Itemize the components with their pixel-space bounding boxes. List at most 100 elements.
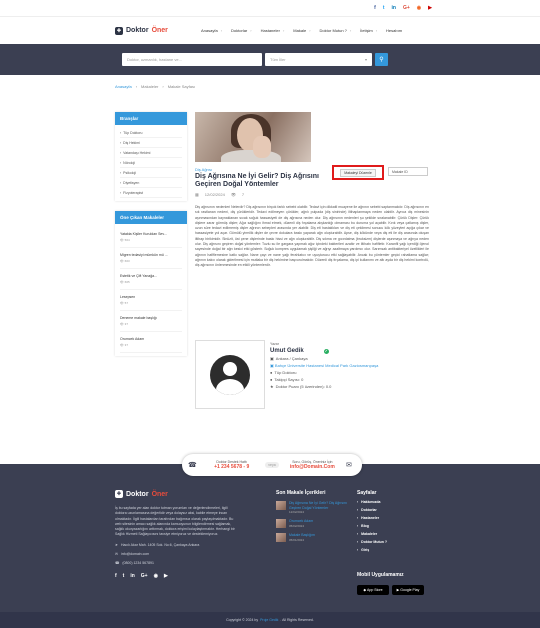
- avatar-icon: [210, 354, 250, 395]
- app-title: Mobil Uygulamamız: [357, 572, 404, 578]
- featured-item[interactable]: Deneme makale başlığı 👁 37: [120, 311, 182, 332]
- recent-post[interactable]: Diş Ağrısına Ne İyi Gelir? Diş Ağrısını …: [276, 501, 351, 514]
- article: Makaleyi Düzenle Makale ID Diş Ağrısı Di…: [195, 112, 429, 409]
- edit-article-button[interactable]: Makaleyi Düzenle: [340, 168, 376, 177]
- hospital-icon: ▣: [270, 363, 274, 368]
- author-location: ▣ Ankara / Çankaya: [270, 356, 308, 361]
- nav-item-makale[interactable]: Makale ›: [293, 28, 319, 33]
- app-store-button[interactable]: ◆ App Store: [357, 585, 389, 595]
- recent-post[interactable]: Orumcek Adam 05/02/2024: [276, 519, 351, 528]
- footer-link[interactable]: › Doktor Mutun ?: [357, 540, 427, 544]
- eye-icon: 👁: [230, 192, 236, 197]
- category-item[interactable]: › Diyetisyen: [120, 178, 182, 188]
- breadcrumb-home[interactable]: Anasayfa: [115, 84, 132, 89]
- footer-link[interactable]: › Hastaneler: [357, 516, 427, 520]
- footer-address: ➤ Hacılı Akar Mah. 1405 Sok. No:6, Çankay…: [115, 542, 200, 547]
- search-input[interactable]: Doktor, uzmanlık, hastane ve...: [122, 53, 262, 66]
- nav-item-hastaneler[interactable]: Hastaneler ›: [261, 28, 294, 33]
- store-badges: ◆ App Store ▶ Google Play: [357, 585, 424, 595]
- pages-title: Sayfalar: [357, 490, 377, 496]
- footer-social: f t in G+ ◉ ▶: [115, 573, 240, 579]
- featured-item[interactable]: Lesepsen 👁 57: [120, 290, 182, 311]
- youtube-icon[interactable]: ▶: [164, 573, 168, 579]
- footer-about: ✚ Doktor Öner İş bu sayfada yer alan dokto…: [115, 490, 240, 579]
- copyright-link[interactable]: Proje Gedik: [260, 618, 278, 622]
- footer-link[interactable]: › Blog: [357, 524, 427, 528]
- linkedin-icon[interactable]: in: [130, 573, 134, 579]
- category-item[interactable]: › Nöroloji: [120, 158, 182, 168]
- post-thumbnail: [276, 501, 286, 510]
- category-item[interactable]: › Fizyoterapist: [120, 188, 182, 198]
- featured-item[interactable]: Migren tedaviyi mümkün mü ... 👁 663: [120, 248, 182, 269]
- copyright-bar: Copyright © 2024 by Proje Gedik . All Ri…: [0, 612, 540, 628]
- location-icon: ➤: [115, 542, 118, 547]
- recent-post[interactable]: Makale Başlığım 05/01/2024: [276, 533, 351, 542]
- featured-box: Öne Çıkan Makaleler Yatakta Kişiler Kuru…: [115, 211, 187, 356]
- featured-item[interactable]: Estetik ve Çift Yanağa... 👁 665: [120, 269, 182, 290]
- facebook-icon[interactable]: f: [374, 5, 376, 11]
- author-name[interactable]: Umut Gedik ✓: [270, 348, 380, 354]
- featured-list: Yatakta Kişiler Kuruldan Sev... 👁 564 Mig…: [115, 224, 187, 356]
- nav-item-hesabim[interactable]: Hesabım: [386, 28, 411, 33]
- phone-icon: ☎: [115, 560, 120, 565]
- googleplus-icon[interactable]: G+: [141, 573, 148, 579]
- footer-email[interactable]: ✉ info@domain.com: [115, 552, 240, 556]
- article-id-field[interactable]: Makale ID: [388, 167, 428, 176]
- city-select[interactable]: Tüm İller ▾: [265, 53, 372, 66]
- category-item[interactable]: › Vatandaşı Hekimi: [120, 148, 182, 158]
- author-card: Yazar Umut Gedik ✓ ▣ Ankara / Çankaya ▣ Ba…: [195, 340, 429, 409]
- footer-phone[interactable]: ☎ (0800) 1234 567891: [115, 561, 240, 565]
- article-date: 12/02/2024: [204, 192, 225, 197]
- categories-box: Branşlar › Tüp Doktoru › Diş Hekimi › Va…: [115, 112, 187, 201]
- twitter-icon[interactable]: t: [383, 5, 385, 11]
- rss-icon[interactable]: ◉: [417, 5, 421, 11]
- post-thumbnail: [276, 533, 286, 542]
- support-email[interactable]: info@Domain.Com: [290, 464, 335, 470]
- site-logo[interactable]: ✚ Doktor Öner: [115, 26, 201, 35]
- article-title: Diş Ağrısına Ne İyi Gelir? Diş Ağrısını …: [195, 173, 319, 188]
- nav-item-iletisim[interactable]: İletişim ›: [360, 28, 386, 33]
- rss-icon[interactable]: ◉: [154, 573, 158, 579]
- logo-mark-icon: ✚: [115, 490, 123, 498]
- article-views: 7: [241, 192, 245, 197]
- facebook-icon[interactable]: f: [115, 573, 117, 579]
- verified-icon: ✓: [323, 348, 329, 354]
- footer-link[interactable]: › Makaleler: [357, 532, 427, 536]
- followers-icon: ●: [270, 377, 273, 382]
- googleplus-icon[interactable]: G+: [403, 5, 410, 11]
- category-item[interactable]: › Diş Hekimi: [120, 138, 182, 148]
- category-item[interactable]: › Tüp Doktoru: [120, 128, 182, 138]
- author-avatar-box: [195, 340, 265, 409]
- breadcrumb-current: Makale Sayfası: [167, 83, 196, 89]
- nav-item-anasayfa[interactable]: Anasayfa ›: [201, 28, 231, 33]
- youtube-icon[interactable]: ▶: [428, 5, 432, 11]
- category-item[interactable]: › Psikoloji: [120, 168, 182, 178]
- footer-link[interactable]: › Giriş: [357, 548, 427, 552]
- support-phone[interactable]: +1 234 5678 - 9: [214, 464, 249, 470]
- breadcrumb-articles[interactable]: Makaleler: [141, 84, 158, 89]
- nav-item-doktorlar[interactable]: Doktorlar ›: [231, 28, 261, 33]
- featured-title: Öne Çıkan Makaleler: [115, 211, 187, 224]
- footer-logo[interactable]: ✚ Doktor Öner: [115, 490, 240, 498]
- star-icon: ★: [270, 384, 274, 389]
- footer-link[interactable]: › Hakkımızda: [357, 500, 427, 504]
- google-play-button[interactable]: ▶ Google Play: [392, 585, 424, 595]
- footer-link[interactable]: › Doktorlar: [357, 508, 427, 512]
- logo-mark-icon: ✚: [115, 26, 123, 35]
- search-button[interactable]: ⚲: [375, 53, 388, 66]
- nav-item-doktor-mutun[interactable]: Doktor Mutun ? ›: [320, 28, 361, 33]
- author-followers: ● Takipçi Sayısı: 0: [270, 377, 304, 382]
- twitter-icon[interactable]: t: [123, 573, 125, 579]
- main-nav: Anasayfa › Doktorlar › Hastaneler › Makale ›…: [201, 28, 411, 33]
- categories-title: Branşlar: [115, 112, 187, 125]
- linkedin-icon[interactable]: in: [392, 5, 396, 11]
- site-header: ✚ Doktor Öner Anasayfa › Doktorlar › Hastan…: [0, 16, 540, 44]
- recent-title: Son Makale İçerikleri: [276, 490, 326, 496]
- featured-item[interactable]: Yatakta Kişiler Kuruldan Sev... 👁 564: [120, 227, 182, 248]
- author-hospital[interactable]: ▣ Bahçe Üniversite Hastanesi Medical Par…: [270, 363, 380, 368]
- footer-pages: Sayfalar › Hakkımızda › Doktorlar › Hastane…: [357, 490, 427, 552]
- chevron-right-icon: ›: [135, 83, 138, 89]
- featured-item[interactable]: Orumcek Adam 👁 37: [120, 332, 182, 353]
- phone-block: Doktor Destek Hattı +1 234 5678 - 9: [214, 460, 250, 470]
- article-body: Diş ağrısının nedenleri Nelerdir? Diş ağ…: [195, 205, 429, 268]
